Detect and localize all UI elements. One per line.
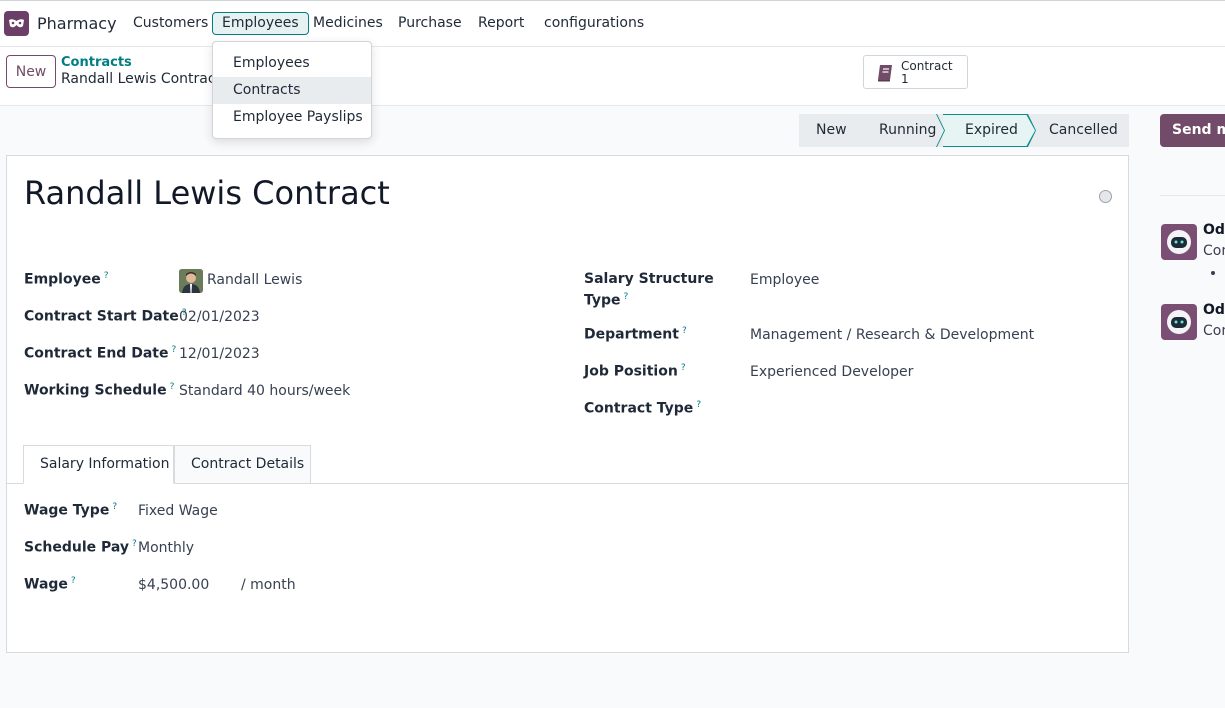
chatter-divider: [1160, 195, 1225, 196]
wage-type-value[interactable]: Fixed Wage: [138, 503, 218, 519]
new-button[interactable]: New: [6, 55, 56, 88]
menu-medicines[interactable]: Medicines: [313, 15, 383, 31]
salary-structure-label-line2: Type?: [584, 292, 629, 309]
contract-type-value[interactable]: [750, 401, 1050, 421]
bot-avatar-icon: [1161, 304, 1197, 340]
top-navbar: Pharmacy Customers Employees Medicines P…: [0, 0, 1225, 47]
salary-structure-label-line1: Salary Structure: [584, 271, 714, 287]
menu-report[interactable]: Report: [478, 15, 524, 31]
menu-employees[interactable]: Employees: [212, 12, 309, 35]
form-sheet: Randall Lewis Contract Employee? Randall…: [6, 155, 1129, 653]
breadcrumb-current: Randall Lewis Contract: [61, 71, 222, 87]
employee-label: Employee?: [24, 271, 109, 288]
contract-end-value[interactable]: 12/01/2023: [179, 346, 260, 362]
stage-cancelled[interactable]: Cancelled: [1035, 114, 1129, 147]
help-icon[interactable]: ?: [132, 539, 137, 549]
contract-smart-button[interactable]: Contract 1: [863, 55, 968, 89]
wage-value[interactable]: $4,500.00: [138, 577, 209, 593]
book-icon: [878, 65, 892, 82]
working-schedule-label: Working Schedule?: [24, 382, 175, 399]
breadcrumb-contracts[interactable]: Contracts: [61, 55, 132, 70]
help-icon[interactable]: ?: [681, 363, 686, 373]
help-icon[interactable]: ?: [624, 292, 629, 302]
contract-title[interactable]: Randall Lewis Contract: [24, 174, 390, 212]
employee-value[interactable]: Randall Lewis: [207, 272, 302, 288]
wage-type-label: Wage Type?: [24, 502, 118, 519]
help-icon[interactable]: ?: [112, 502, 117, 512]
dropdown-item-employee-payslips[interactable]: Employee Payslips: [213, 104, 371, 131]
wage-label: Wage?: [24, 576, 76, 593]
smart-button-label: Contract: [901, 59, 953, 73]
chatter-author[interactable]: Odo: [1203, 222, 1225, 238]
dropdown-item-contracts[interactable]: Contracts: [213, 77, 371, 104]
help-icon[interactable]: ?: [682, 326, 687, 336]
menu-configurations[interactable]: configurations: [544, 15, 644, 31]
robot-face-icon: [1167, 230, 1191, 254]
app-name[interactable]: Pharmacy: [37, 14, 117, 33]
menu-purchase[interactable]: Purchase: [398, 15, 462, 31]
avatar: [179, 269, 203, 293]
top-border: [0, 0, 1225, 1]
control-panel: New Contracts Randall Lewis Contract Con…: [0, 47, 1225, 106]
priority-toggle[interactable]: [1099, 190, 1112, 203]
smart-button-count: 1: [901, 72, 909, 86]
help-icon[interactable]: ?: [171, 345, 176, 355]
salary-structure-value[interactable]: Employee: [750, 272, 819, 288]
tab-salary-information[interactable]: Salary Information: [23, 445, 174, 484]
help-icon[interactable]: ?: [170, 382, 175, 392]
chatter-message: Con: [1203, 243, 1225, 259]
app-logo-icon[interactable]: [4, 11, 29, 36]
working-schedule-value[interactable]: Standard 40 hours/week: [179, 383, 350, 399]
stage-chevrons: [936, 114, 1046, 147]
send-message-button[interactable]: Send me: [1160, 114, 1225, 147]
mask-glyph: [9, 18, 24, 27]
department-label: Department?: [584, 326, 687, 343]
chatter-author[interactable]: Odo: [1203, 302, 1225, 318]
department-value[interactable]: Management / Research & Development: [750, 327, 1034, 343]
chatter-bullet: [1211, 271, 1215, 275]
bot-avatar-icon: [1161, 224, 1197, 260]
stage-running[interactable]: Running: [857, 114, 943, 147]
contract-start-value[interactable]: 02/01/2023: [179, 309, 260, 325]
job-position-value[interactable]: Experienced Developer: [750, 364, 913, 380]
stage-new[interactable]: New: [799, 114, 857, 147]
menu-customers[interactable]: Customers: [133, 15, 208, 31]
robot-face-icon: [1167, 310, 1191, 334]
help-icon[interactable]: ?: [696, 400, 701, 410]
employees-dropdown: Employees Contracts Employee Payslips: [212, 41, 372, 139]
chatter-message: Con: [1203, 323, 1225, 339]
dropdown-item-employees[interactable]: Employees: [213, 50, 371, 77]
contract-type-label: Contract Type?: [584, 400, 702, 417]
contract-start-label: Contract Start Date?: [24, 308, 187, 325]
help-icon[interactable]: ?: [104, 271, 109, 281]
employee-photo: [179, 269, 203, 293]
schedule-pay-label: Schedule Pay?: [24, 539, 137, 556]
wage-period: / month: [241, 577, 296, 593]
help-icon[interactable]: ?: [71, 576, 76, 586]
tab-contract-details[interactable]: Contract Details: [174, 445, 311, 484]
contract-end-label: Contract End Date?: [24, 345, 177, 362]
job-position-label: Job Position?: [584, 363, 686, 380]
schedule-pay-value[interactable]: Monthly: [138, 540, 194, 556]
